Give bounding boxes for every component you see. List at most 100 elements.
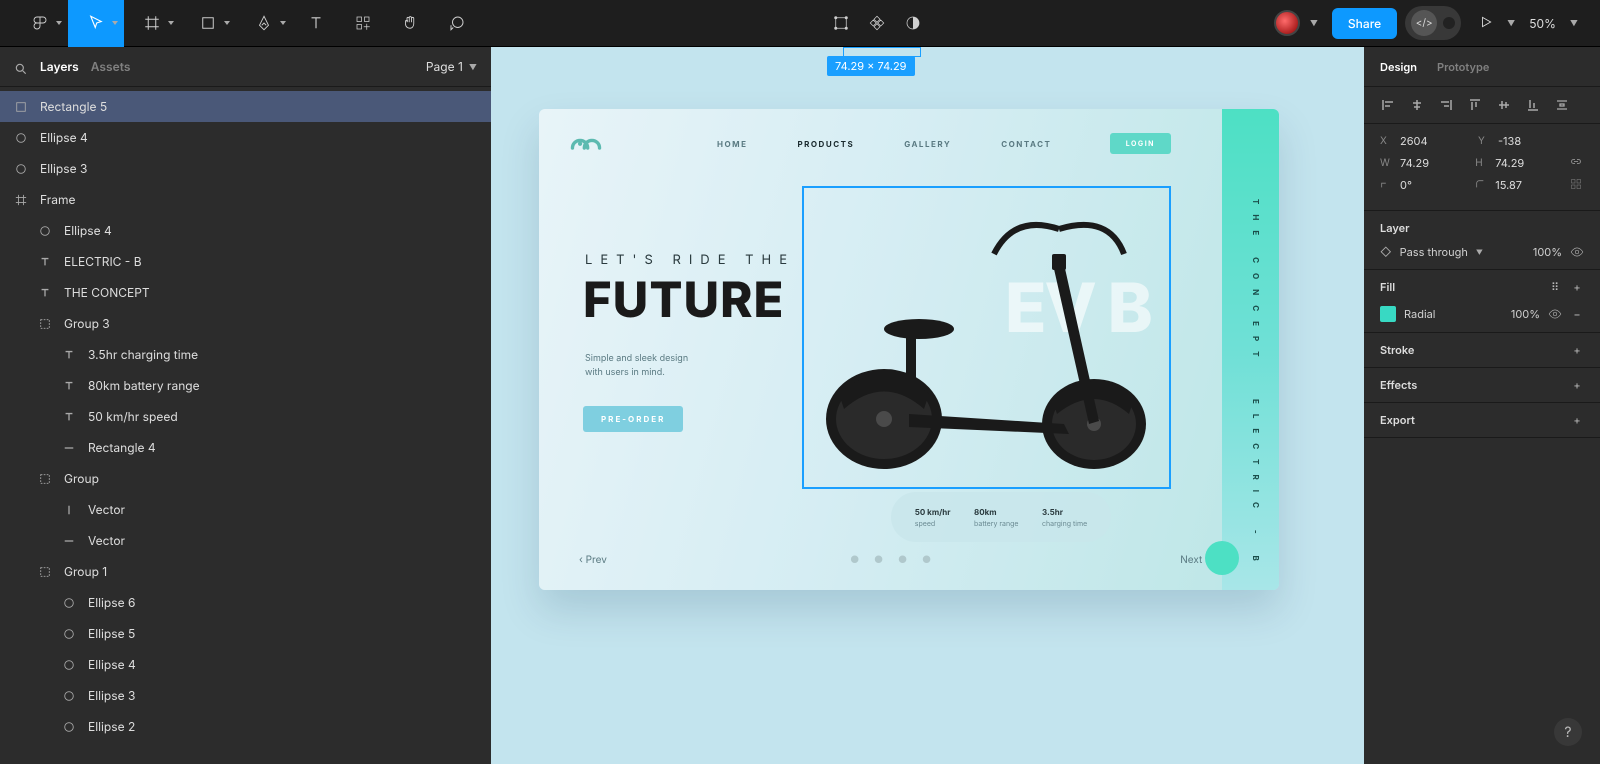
layer-row[interactable]: Frame — [0, 184, 491, 215]
layer-row[interactable]: ELECTRIC - B — [0, 246, 491, 277]
comment-tool-button[interactable] — [433, 0, 480, 47]
fill-opacity-input[interactable]: 100% — [1511, 307, 1540, 321]
radius-input[interactable]: 15.87 — [1495, 178, 1522, 192]
edit-object-button[interactable] — [832, 0, 850, 47]
w-input[interactable]: 74.29 — [1400, 156, 1429, 170]
layer-row[interactable]: Vector — [0, 494, 491, 525]
add-fill-button[interactable]: + — [1570, 280, 1584, 294]
page-dropdown[interactable]: Page 1 ▼ — [426, 59, 477, 74]
tab-layers[interactable]: Layers — [40, 59, 79, 74]
layer-row[interactable]: Ellipse 3 — [0, 680, 491, 711]
add-stroke-button[interactable]: + — [1570, 343, 1584, 357]
layer-row[interactable]: Ellipse 3 — [0, 153, 491, 184]
artboard-cta-button: PRE-ORDER — [583, 406, 683, 432]
add-export-button[interactable]: + — [1570, 413, 1584, 427]
frame-tool-button[interactable] — [124, 0, 180, 47]
resources-button[interactable] — [339, 0, 386, 47]
artboard-subtitle: Simple and sleek design with users in mi… — [585, 352, 688, 381]
constrain-proportions-button[interactable] — [1570, 156, 1584, 170]
move-tool-button[interactable] — [68, 0, 124, 47]
prev-label: ‹ Prev — [579, 554, 607, 566]
blend-mode-dropdown[interactable]: Pass through — [1400, 245, 1468, 259]
artboard-pager: ‹ Prev ● ● ● ● Next › — [579, 554, 1209, 566]
rotation-input[interactable]: 0° — [1400, 178, 1412, 192]
user-avatar[interactable] — [1274, 10, 1300, 36]
fill-type-label[interactable]: Radial — [1404, 307, 1435, 321]
layer-row[interactable]: Ellipse 4 — [0, 122, 491, 153]
layer-label: Rectangle 4 — [88, 440, 156, 455]
component-button[interactable] — [868, 0, 886, 47]
mask-button[interactable] — [904, 0, 922, 47]
layer-row[interactable]: Ellipse 5 — [0, 618, 491, 649]
page-label: Page 1 — [426, 59, 463, 74]
code-icon: </> — [1411, 10, 1437, 36]
layer-row[interactable]: Ellipse 4 — [0, 649, 491, 680]
layer-label: Ellipse 4 — [40, 130, 88, 145]
layer-label: Ellipse 3 — [88, 688, 135, 703]
pen-tool-button[interactable] — [236, 0, 292, 47]
remove-fill-button[interactable]: − — [1570, 307, 1584, 321]
dev-mode-toggle[interactable]: </> — [1405, 6, 1461, 40]
independent-corners-button[interactable] — [1570, 178, 1584, 192]
layer-row[interactable]: 50 km/hr speed — [0, 401, 491, 432]
layer-list[interactable]: Rectangle 5Ellipse 4Ellipse 3FrameEllips… — [0, 87, 491, 764]
layer-row[interactable]: Group 3 — [0, 308, 491, 339]
text-tool-button[interactable] — [292, 0, 339, 47]
tab-assets[interactable]: Assets — [91, 59, 131, 74]
x-input[interactable]: 2604 — [1400, 134, 1428, 148]
align-hcenter-button[interactable] — [1409, 97, 1425, 113]
tab-design[interactable]: Design — [1380, 60, 1417, 74]
figma-menu-button[interactable] — [12, 0, 68, 47]
fill-swatch[interactable] — [1380, 306, 1396, 322]
align-right-button[interactable] — [1438, 97, 1454, 113]
blend-diamond-icon[interactable]: ◇ — [1380, 245, 1392, 259]
fill-visibility-toggle[interactable] — [1548, 307, 1562, 321]
visibility-toggle[interactable] — [1570, 245, 1584, 259]
align-bottom-button[interactable] — [1525, 97, 1541, 113]
artboard-tagline: LET'S RIDE THE — [585, 252, 795, 268]
layer-opacity-input[interactable]: 100% — [1533, 245, 1562, 259]
h-input[interactable]: 74.29 — [1495, 156, 1524, 170]
layer-row[interactable]: 80km battery range — [0, 370, 491, 401]
align-left-button[interactable] — [1380, 97, 1396, 113]
artboard-frame[interactable]: THE CONCEPT ELECTRIC - B HOME PRODUCTS G… — [539, 109, 1279, 590]
shape-tool-button[interactable] — [180, 0, 236, 47]
share-button[interactable]: Share — [1332, 8, 1397, 39]
align-vcenter-button[interactable] — [1496, 97, 1512, 113]
layer-row[interactable]: 3.5hr charging time — [0, 339, 491, 370]
align-top-button[interactable] — [1467, 97, 1483, 113]
chevron-down-icon: ▼ — [469, 62, 477, 72]
layer-row[interactable]: Vector — [0, 525, 491, 556]
layer-label: 80km battery range — [88, 378, 200, 393]
distribute-button[interactable] — [1554, 97, 1570, 113]
y-input[interactable]: -138 — [1498, 134, 1521, 148]
tab-prototype[interactable]: Prototype — [1437, 60, 1489, 74]
layer-row[interactable]: THE CONCEPT — [0, 277, 491, 308]
ellipse-icon — [14, 131, 28, 145]
fill-styles-button[interactable]: ⠿ — [1548, 280, 1562, 294]
help-button[interactable]: ? — [1554, 718, 1582, 746]
ellipse-icon — [62, 720, 76, 734]
zoom-chevron-icon[interactable]: ▼ — [1570, 18, 1578, 28]
search-icon[interactable] — [14, 60, 28, 74]
layer-section-title: Layer — [1380, 221, 1584, 235]
fill-section-title: Fill — [1380, 280, 1395, 294]
present-button[interactable] — [1479, 15, 1493, 32]
artboard-hero: FUTURE — [583, 270, 784, 329]
layer-row[interactable]: Rectangle 5 — [0, 91, 491, 122]
hand-tool-button[interactable] — [386, 0, 433, 47]
layer-row[interactable]: Group — [0, 463, 491, 494]
layer-label: Ellipse 6 — [88, 595, 135, 610]
layer-row[interactable]: Ellipse 4 — [0, 215, 491, 246]
zoom-level[interactable]: 50% — [1529, 16, 1556, 31]
canvas[interactable]: 74.29 × 74.29 THE CONCEPT ELECTRIC - B H… — [491, 47, 1364, 764]
layer-label: Ellipse 4 — [64, 223, 112, 238]
nav-products: PRODUCTS — [797, 139, 854, 149]
layer-row[interactable]: Group 1 — [0, 556, 491, 587]
present-chevron-icon[interactable]: ▼ — [1507, 18, 1515, 28]
layer-row[interactable]: Ellipse 6 — [0, 587, 491, 618]
add-effect-button[interactable]: + — [1570, 378, 1584, 392]
avatar-chevron-icon[interactable]: ▼ — [1310, 18, 1318, 28]
layer-row[interactable]: Ellipse 2 — [0, 711, 491, 742]
layer-row[interactable]: Rectangle 4 — [0, 432, 491, 463]
